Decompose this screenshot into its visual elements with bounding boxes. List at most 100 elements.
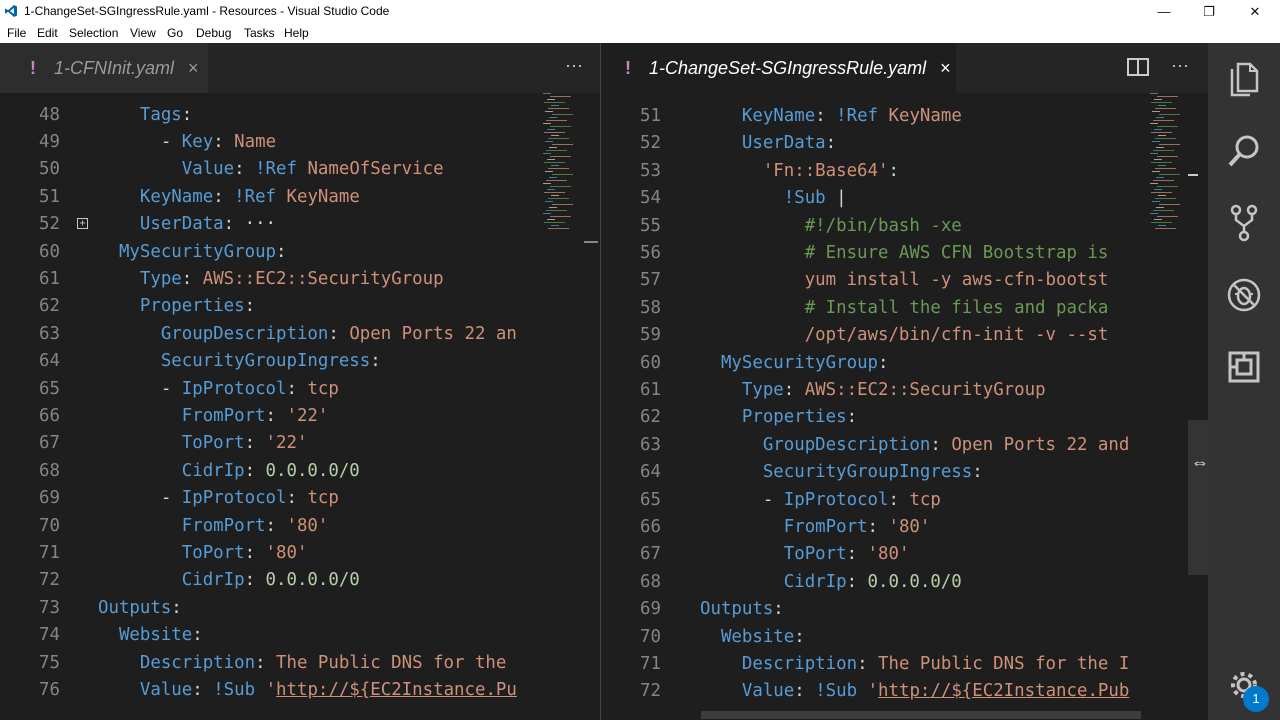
menu-help[interactable]: Help <box>284 26 309 40</box>
code-token: : <box>328 323 350 344</box>
minimap-line <box>551 225 559 226</box>
close-window-button[interactable]: ✕ <box>1232 0 1278 23</box>
code-token: Value <box>139 679 193 700</box>
code-token: : <box>192 625 203 646</box>
minimap-line <box>545 171 553 172</box>
code-token: Website <box>720 626 795 647</box>
code-token: : <box>286 378 308 399</box>
scroll-indicator <box>584 241 598 243</box>
minimap[interactable] <box>1148 93 1188 233</box>
code-line: 63 GroupDescription: Open Ports 22 an <box>0 321 600 348</box>
minimap-line <box>545 141 553 142</box>
vertical-scrollbar-thumb[interactable] <box>1188 420 1208 575</box>
minimap-line <box>552 204 573 205</box>
code-token: : <box>244 296 256 317</box>
code-token: : <box>815 106 837 126</box>
minimap-line <box>1158 135 1166 136</box>
explorer-icon[interactable] <box>1226 61 1262 97</box>
code-token: CidrIp <box>181 460 245 481</box>
menu-file[interactable]: File <box>7 26 26 40</box>
code-line: 49 - Key: Name <box>0 129 600 156</box>
code-token: - <box>160 378 182 399</box>
code-token: AWS::EC2::SecurityGroup <box>804 380 1046 400</box>
minimap[interactable] <box>541 93 581 233</box>
expand-fold-icon[interactable]: + <box>77 218 88 230</box>
minimize-button[interactable]: — <box>1141 0 1187 23</box>
menu-edit[interactable]: Edit <box>37 26 58 40</box>
line-number: 63 <box>640 434 661 455</box>
code-editor[interactable]: 48 Tags: 49 - Key: Name 50 Value: !Ref Nam… <box>0 93 600 720</box>
tab-changeset[interactable]: ! 1-ChangeSet-SGIngressRule.yaml × <box>601 43 956 93</box>
code-token: !Sub <box>783 188 826 209</box>
code-line: 53 'Fn::Base64': <box>601 158 1208 185</box>
minimap-line <box>548 108 569 109</box>
code-text: KeyName: !Ref KeyName <box>700 103 962 130</box>
minimap-line <box>548 198 569 199</box>
tab-label: 1-CFNInit.yaml <box>54 57 175 78</box>
code-token: : <box>783 380 805 400</box>
extensions-icon[interactable] <box>1226 349 1262 385</box>
code-line: 64 SecurityGroupIngress: <box>601 459 1208 486</box>
tab-cfninit[interactable]: ! 1-CFNInit.yaml × <box>0 43 208 93</box>
code-token: : <box>846 407 858 428</box>
code-line: 71 Description: The Public DNS for the I <box>601 651 1208 678</box>
resize-cursor-icon: ⇔ <box>1191 452 1209 472</box>
code-line: 64 SecurityGroupIngress: <box>0 348 600 375</box>
menu-debug[interactable]: Debug <box>196 26 231 40</box>
debug-icon[interactable] <box>1226 277 1262 313</box>
source-control-icon[interactable] <box>1226 204 1262 242</box>
code-token: : <box>265 515 287 536</box>
code-line: 61 Type: AWS::EC2::SecurityGroup <box>0 266 600 293</box>
code-token: : <box>181 104 193 125</box>
minimap-line <box>547 129 555 130</box>
code-token: Properties <box>139 296 245 317</box>
search-icon[interactable] <box>1226 133 1262 169</box>
code-token: 'Fn::Base64' <box>762 160 889 181</box>
code-token: : <box>888 160 899 181</box>
menu-view[interactable]: View <box>130 26 156 40</box>
tab-label: 1-ChangeSet-SGIngressRule.yaml <box>649 57 927 78</box>
code-text: Website: <box>700 624 805 651</box>
menu-selection[interactable]: Selection <box>69 26 118 40</box>
code-text: KeyName: !Ref KeyName <box>98 184 360 211</box>
menu-tasks[interactable]: Tasks <box>244 26 275 40</box>
code-line: 48 Tags: <box>0 102 600 129</box>
close-tab-icon[interactable]: × <box>940 58 951 79</box>
code-line: 63 GroupDescription: Open Ports 22 and <box>601 432 1208 459</box>
code-token: '80' <box>867 544 910 565</box>
restore-button[interactable]: ❐ <box>1186 0 1232 23</box>
code-text: Description: The Public DNS for the <box>98 650 506 677</box>
code-token: Value <box>741 681 795 702</box>
minimap-line <box>1157 96 1178 97</box>
minimap-line <box>544 162 565 163</box>
close-tab-icon[interactable]: × <box>188 58 199 79</box>
code-text: # Install the files and packa <box>700 295 1109 322</box>
line-number: 56 <box>640 243 661 263</box>
activity-bar <box>1208 43 1280 720</box>
notification-badge: 1 <box>1243 686 1269 712</box>
code-line: 69 Outputs: <box>601 596 1208 623</box>
horizontal-scrollbar-thumb[interactable] <box>701 711 1141 719</box>
more-actions-icon[interactable]: ··· <box>565 55 583 76</box>
line-number: 55 <box>640 215 661 236</box>
code-token: : <box>930 434 952 455</box>
more-actions-icon[interactable]: ··· <box>1171 55 1189 76</box>
code-token: : <box>825 133 837 154</box>
minimap-line <box>547 99 555 100</box>
code-line: 60 MySecurityGroup: <box>601 350 1208 377</box>
code-token: FromPort <box>181 515 266 536</box>
code-token: Key <box>181 131 214 152</box>
line-number: 68 <box>640 571 661 592</box>
code-editor[interactable]: 51 KeyName: !Ref KeyName 52 UserData: 53 '… <box>601 93 1208 720</box>
menu-go[interactable]: Go <box>167 26 183 40</box>
split-editor-icon[interactable] <box>1127 58 1149 81</box>
minimap-line <box>1156 147 1164 148</box>
minimap-line <box>545 201 553 202</box>
line-number: 73 <box>39 597 60 618</box>
